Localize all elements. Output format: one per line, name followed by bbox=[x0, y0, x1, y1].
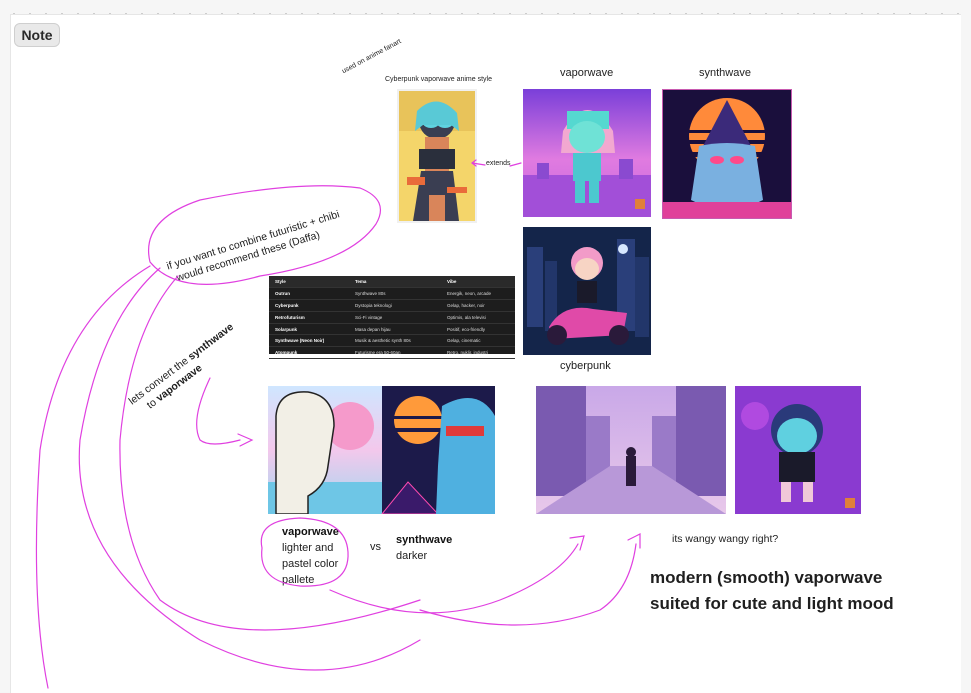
table-cell: Retrofuturism bbox=[275, 314, 305, 320]
table-cell: Gelap, cinematic bbox=[447, 338, 481, 344]
header-style: Style bbox=[275, 279, 286, 284]
vaporwave-title: vaporwave bbox=[560, 67, 614, 79]
chibi-3d-image[interactable] bbox=[735, 386, 861, 514]
table-cell: Retro, nuklir, industri bbox=[447, 350, 489, 356]
wangy-note: its wangy wangy right? bbox=[672, 533, 779, 545]
source-title: Cyberpunk vaporwave anime style bbox=[385, 76, 492, 83]
table-cell: Atompunk bbox=[275, 350, 298, 356]
cyberpunk-chibi-image[interactable] bbox=[523, 227, 651, 355]
table-cell: Gelap, hacker, noir bbox=[447, 302, 485, 308]
table-cell: Futurisme era 50-60an bbox=[355, 350, 401, 356]
table-cell: Masa depan hijau bbox=[355, 326, 391, 332]
table-row: Solarpunk Masa depan hijau Positif, eco-… bbox=[269, 324, 515, 336]
table-cell: Musik & aesthetic synth 80s bbox=[355, 338, 411, 344]
table-cell: Synthwave 80s bbox=[355, 290, 386, 296]
source-anime-image[interactable] bbox=[397, 89, 477, 223]
table-cell: Dystopia teknologi bbox=[355, 302, 392, 308]
vapor-desc-line-3: pallete bbox=[282, 574, 315, 586]
note-label-chip[interactable]: Note bbox=[14, 23, 60, 47]
vapor-desc-line-2: pastel color bbox=[282, 558, 339, 570]
table-row: Atompunk Futurisme era 50-60an Retro, nu… bbox=[269, 347, 515, 360]
table-cell: Cyberpunk bbox=[275, 302, 299, 308]
table-cell: Outrun bbox=[275, 290, 290, 296]
table-cell: Optimis, ala televisi bbox=[447, 314, 486, 320]
style-comparison-table: Style Tema Vibe Outrun Synthwave 80s Ene… bbox=[269, 276, 515, 360]
street-scene-image[interactable] bbox=[536, 386, 726, 514]
vapor-synth-split-image[interactable] bbox=[268, 386, 495, 514]
synthwave-title: synthwave bbox=[699, 67, 751, 79]
table-row: Synthwave (Neon Noir) Musik & aesthetic … bbox=[269, 335, 515, 348]
synthwave-label: synthwave bbox=[396, 534, 453, 546]
synthwave-description: synthwave darker bbox=[396, 532, 452, 564]
vapor-desc-line-1: lighter and bbox=[282, 542, 334, 554]
vs-label: vs bbox=[370, 541, 381, 553]
vaporwave-label: vaporwave bbox=[282, 526, 339, 538]
table-cell: Sci-Fi vintage bbox=[355, 314, 383, 320]
table-cell: Positif, eco-friendly bbox=[447, 326, 486, 332]
vaporwave-chibi-image[interactable] bbox=[523, 89, 651, 217]
table-cell: Energik, neon, arcade bbox=[447, 290, 492, 296]
cyberpunk-title: cyberpunk bbox=[560, 360, 611, 372]
header-vibe: Vibe bbox=[447, 279, 457, 284]
modern-vaporwave-note: modern (smooth) vaporwave suited for cut… bbox=[650, 568, 894, 613]
table-header-row: Style Tema Vibe bbox=[269, 276, 515, 288]
table-row: Cyberpunk Dystopia teknologi Gelap, hack… bbox=[269, 300, 515, 312]
table-cell: Synthwave (Neon Noir) bbox=[275, 338, 325, 344]
vaporwave-description: vaporwave lighter and pastel color palle… bbox=[282, 524, 339, 588]
extends-label: extends bbox=[486, 160, 511, 167]
header-tema: Tema bbox=[355, 279, 367, 284]
synth-desc-line: darker bbox=[396, 550, 428, 562]
table-cell: Solarpunk bbox=[275, 326, 298, 332]
table-row: Retrofuturism Sci-Fi vintage Optimis, al… bbox=[269, 312, 515, 324]
synthwave-wizard-image[interactable] bbox=[662, 89, 792, 219]
table-row: Outrun Synthwave 80s Energik, neon, arca… bbox=[269, 288, 515, 300]
